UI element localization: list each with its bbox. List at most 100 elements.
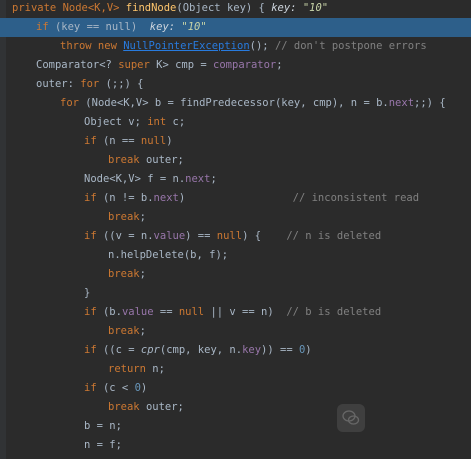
code-token: (b.: [102, 306, 122, 318]
code-token: ;: [276, 59, 283, 71]
code-token: ) {: [242, 230, 287, 242]
code-token: Object v;: [84, 116, 148, 128]
code-token: if: [84, 382, 103, 394]
code-token: // n is deleted: [286, 230, 382, 242]
code-token: // don't postpone errors: [274, 40, 427, 52]
code-token: ): [305, 344, 312, 356]
code-token: // inconsistent read: [292, 192, 420, 204]
code-line[interactable]: break;: [0, 265, 471, 284]
watermark-icon: [337, 404, 365, 432]
code-token: "10": [302, 2, 329, 14]
code-token: break: [108, 401, 146, 413]
code-token: (Node<K,V> b = findPredecessor(key, cmp)…: [85, 97, 389, 109]
code-line[interactable]: private Node<K,V> findNode(Object key) {…: [0, 0, 471, 18]
code-token: key: [242, 344, 262, 356]
code-token: ((v = n.: [102, 230, 154, 242]
code-token: comparator: [213, 59, 277, 71]
code-line[interactable]: Object v; int c;: [0, 113, 471, 132]
code-token: key:: [271, 2, 303, 14]
code-token: next: [388, 97, 415, 109]
code-line[interactable]: outer: for (;;) {: [0, 75, 471, 94]
code-token: private Node<K,V>: [12, 2, 126, 14]
code-token: for: [60, 97, 86, 109]
code-token: if: [84, 230, 103, 242]
code-token: throw new: [60, 40, 124, 52]
code-token: cpr: [140, 344, 160, 356]
code-token: // b is deleted: [286, 306, 382, 318]
code-token: if: [84, 192, 103, 204]
code-line[interactable]: if ((c = cpr(cmp, key, n.key)) == 0): [0, 341, 471, 360]
code-token: next: [185, 173, 211, 185]
code-line[interactable]: if ((v = n.value) == null) { // n is del…: [0, 227, 471, 246]
code-token: ;: [210, 173, 217, 185]
code-link[interactable]: NullPointerException: [123, 40, 249, 52]
code-token: (;;) {: [105, 78, 144, 90]
code-line[interactable]: break;: [0, 208, 471, 227]
code-token: ): [140, 382, 148, 394]
code-token: (key == null): [54, 21, 150, 33]
code-line[interactable]: if (b.value == null || v == n) // b is d…: [0, 303, 471, 322]
code-token: K> cmp =: [156, 59, 214, 71]
code-token: Comparator<?: [36, 59, 119, 71]
code-token: break: [108, 211, 140, 223]
code-line[interactable]: break outer;: [0, 398, 471, 417]
code-token: if: [84, 344, 103, 356]
code-token: n;: [152, 363, 165, 375]
code-token: ((c =: [102, 344, 141, 356]
code-token: value: [153, 230, 186, 242]
code-editor[interactable]: private Node<K,V> findNode(Object key) {…: [0, 0, 471, 459]
code-token: value: [121, 306, 154, 318]
code-token: null: [140, 135, 167, 147]
code-token: Node<K,V> f = n.: [84, 173, 186, 185]
code-token: || v == n): [210, 306, 287, 318]
code-token: ;: [139, 211, 146, 223]
code-token: ;: [139, 268, 146, 280]
code-token: if: [84, 135, 103, 147]
code-line[interactable]: Node<K,V> f = n.next;: [0, 170, 471, 189]
code-token: n = f;: [84, 439, 122, 451]
code-token: null: [178, 306, 211, 318]
code-token: if: [36, 21, 55, 33]
code-token: )) ==: [261, 344, 299, 356]
code-line[interactable]: }: [0, 284, 471, 303]
code-line[interactable]: break outer;: [0, 151, 471, 170]
code-token: break: [108, 268, 140, 280]
code-token: ): [166, 135, 173, 147]
code-token: outer:: [36, 78, 81, 90]
code-token: super: [118, 59, 157, 71]
code-token: b = n;: [84, 420, 122, 432]
code-line[interactable]: throw new NullPointerException(); // don…: [0, 37, 471, 56]
code-line[interactable]: if (c < 0): [0, 379, 471, 398]
code-line[interactable]: if (n == null): [0, 132, 471, 151]
code-token: ;: [139, 325, 146, 337]
code-token: return: [108, 363, 153, 375]
code-token: break: [108, 154, 146, 166]
code-token: (c <: [102, 382, 135, 394]
code-line[interactable]: n = f;: [0, 436, 471, 455]
code-line[interactable]: if (n != b.next) // inconsistent read: [0, 189, 471, 208]
code-token: break: [108, 325, 140, 337]
code-token: outer;: [145, 401, 184, 413]
code-token: }: [84, 287, 91, 299]
code-line-current[interactable]: if (key == null) key: "10": [0, 18, 471, 37]
code-line[interactable]: return n;: [0, 360, 471, 379]
code-token: n.helpDelete(b, f);: [108, 249, 229, 261]
code-line[interactable]: for (Node<K,V> b = findPredecessor(key, …: [0, 94, 471, 113]
code-token: (n != b.: [102, 192, 154, 204]
code-token: ): [178, 192, 293, 204]
code-token: outer;: [145, 154, 184, 166]
code-token: findNode: [125, 2, 177, 14]
code-line[interactable]: n.helpDelete(b, f);: [0, 246, 471, 265]
code-line[interactable]: break;: [0, 322, 471, 341]
code-token: if: [84, 306, 103, 318]
code-token: null: [216, 230, 243, 242]
code-token: ();: [249, 40, 275, 52]
code-token: c;: [172, 116, 186, 128]
code-token: (Object key) {: [176, 2, 272, 14]
code-token: key:: [149, 21, 182, 33]
code-token: ) ==: [185, 230, 217, 242]
code-line[interactable]: Comparator<? super K> cmp = comparator;: [0, 56, 471, 75]
code-line[interactable]: b = n;: [0, 417, 471, 436]
code-token: "10": [181, 21, 207, 33]
code-token: (cmp, key, n.: [159, 344, 243, 356]
